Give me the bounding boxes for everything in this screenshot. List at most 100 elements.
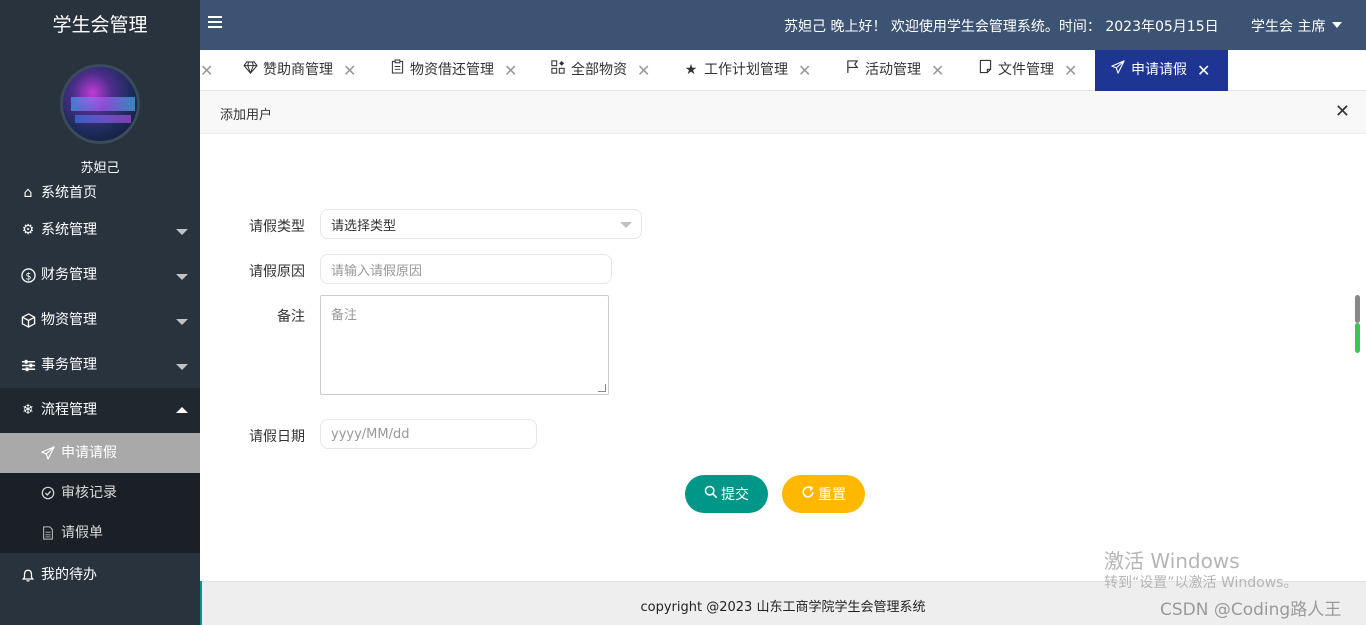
panel-header: 添加用户 ✕ [200,91,1366,134]
sidebar-item-system[interactable]: ⚙ 系统管理 [0,208,200,253]
close-icon[interactable]: ✕ [931,50,944,91]
sidebar-item-label: 事务管理 [41,357,97,373]
sidebar-subitem-leave-form[interactable]: 请假单 [0,513,200,553]
panel-title: 添加用户 [220,108,273,123]
flag-icon [844,50,860,91]
tab-apply-leave[interactable]: 申请请假 ✕ [1095,50,1228,91]
box-icon [20,313,36,329]
tab-label: 工作计划管理 [704,62,788,78]
sidebar-item-label: 我的待办 [41,567,97,583]
tab-all-supplies[interactable]: 全部物资 ✕ [550,50,650,91]
sidebar-subitem-review-records[interactable]: 审核记录 [0,473,200,513]
tab-label: 活动管理 [865,62,921,78]
tab-work-plan[interactable]: ★ 工作计划管理 ✕ [683,50,812,91]
remark-label: 备注 [277,309,305,325]
home-icon: ⌂ [23,185,33,201]
remark-placeholder: 备注 [331,308,358,323]
leave-date-placeholder: yyyy/MM/dd [331,426,410,442]
sidebar-item-label: 财务管理 [41,267,97,283]
close-icon[interactable]: ✕ [1197,50,1210,91]
user-role-dropdown[interactable]: 学生会 主席 [1251,16,1325,36]
document-icon [40,526,56,540]
windows-activation-subtitle: 转到“设置”以激活 Windows。 [1104,575,1298,591]
chevron-down-icon [176,364,188,370]
refresh-icon [801,485,815,503]
sidebar-item-finance[interactable]: $ 财务管理 [0,253,200,298]
clipboard-icon [389,50,405,91]
avatar[interactable] [60,64,140,144]
close-icon[interactable]: ✕ [1064,50,1077,91]
grid-icon [550,50,566,91]
bell-icon [20,568,36,584]
sidebar-menu: ⌂ 系统首页 ⚙ 系统管理 $ 财务管理 物资管理 事务管理 ❄ 流程管理 申请… [0,178,200,598]
tab-label: 申请请假 [1131,62,1187,78]
chevron-down-icon [176,229,188,235]
tab-files[interactable]: 文件管理 ✕ [977,50,1077,91]
paper-plane-icon [1110,50,1126,91]
close-icon[interactable]: ✕ [1335,102,1350,122]
sidebar-item-process[interactable]: ❄ 流程管理 [0,388,200,433]
top-header: 苏妲己 晚上好！ 欢迎使用学生会管理系统。时间： 2023年05月15日 学生会… [200,0,1366,50]
tab-label: 物资借还管理 [410,62,494,78]
resize-handle-icon[interactable] [598,384,606,392]
sidebar-item-supplies[interactable]: 物资管理 [0,298,200,343]
leave-reason-input[interactable]: 请输入请假原因 [320,254,612,284]
sidebar: 学生会管理 苏妲己 ⌂ 系统首页 ⚙ 系统管理 $ 财务管理 物资管理 事务管理… [0,0,200,625]
tab-bar: ✕ 赞助商管理 ✕ 物资借还管理 ✕ 全部物资 ✕ ★ 工作计划管理 ✕ 活动管… [200,50,1366,91]
chevron-down-icon[interactable] [1332,22,1342,28]
tab-label: 全部物资 [571,62,627,78]
leave-reason-label: 请假原因 [249,264,305,280]
app-brand: 学生会管理 [0,0,200,50]
windows-activation-title: 激活 Windows [1104,549,1240,573]
paper-plane-icon [40,446,56,460]
chevron-down-icon [176,319,188,325]
tab-label: 赞助商管理 [263,62,333,78]
sidebar-item-label: 系统首页 [41,185,97,201]
sidebar-submenu-process: 申请请假 审核记录 请假单 [0,433,200,553]
chevron-up-icon [176,407,188,413]
sidebar-item-label: 物资管理 [41,312,97,328]
sidebar-item-label: 审核记录 [61,485,117,501]
leave-type-label: 请假类型 [249,219,305,235]
scrollbar-thumb[interactable] [1355,295,1360,323]
chevron-down-icon [176,274,188,280]
note-icon [977,50,993,91]
menu-toggle-icon[interactable] [208,16,222,30]
leave-date-input[interactable]: yyyy/MM/dd [320,419,537,449]
csdn-watermark: CSDN @Coding路人王 [1160,600,1342,620]
diamond-icon [242,50,258,91]
sidebar-username: 苏妲己 [80,161,120,176]
tab-label: 文件管理 [998,62,1054,78]
sidebar-subitem-apply-leave[interactable]: 申请请假 [0,433,200,473]
svg-text:$: $ [25,271,31,282]
remark-textarea[interactable]: 备注 [320,295,609,395]
chevron-down-icon [620,222,632,228]
greeting-text: 苏妲己 晚上好！ 欢迎使用学生会管理系统。时间： 2023年05月15日 [784,19,1219,35]
search-icon [704,485,718,503]
submit-label: 提交 [721,487,749,503]
gear-icon: ⚙ [21,222,35,238]
sidebar-item-affairs[interactable]: 事务管理 [0,343,200,388]
snowflake-icon: ❄ [22,402,34,418]
scrollbar-indicator [1355,323,1360,353]
reset-button[interactable]: 重置 [782,475,865,513]
tab-close-icon[interactable]: ✕ [200,50,213,91]
leave-type-value: 请选择类型 [331,218,397,234]
check-circle-icon [40,486,56,500]
tab-activity[interactable]: 活动管理 ✕ [844,50,944,91]
close-icon[interactable]: ✕ [343,50,356,91]
dollar-icon: $ [20,268,36,284]
sidebar-item-home[interactable]: ⌂ 系统首页 [0,178,200,208]
leave-reason-placeholder: 请输入请假原因 [331,263,423,279]
sidebar-item-label: 申请请假 [61,445,117,461]
tab-supplies-borrow[interactable]: 物资借还管理 ✕ [389,50,517,91]
submit-button[interactable]: 提交 [685,475,768,513]
sidebar-item-todo[interactable]: 我的待办 [0,553,200,598]
star-icon: ★ [684,62,698,78]
tab-sponsor[interactable]: 赞助商管理 ✕ [242,50,356,91]
sliders-icon [20,358,36,374]
close-icon[interactable]: ✕ [798,50,811,91]
leave-type-select[interactable]: 请选择类型 [320,209,642,239]
close-icon[interactable]: ✕ [504,50,517,91]
close-icon[interactable]: ✕ [637,50,650,91]
